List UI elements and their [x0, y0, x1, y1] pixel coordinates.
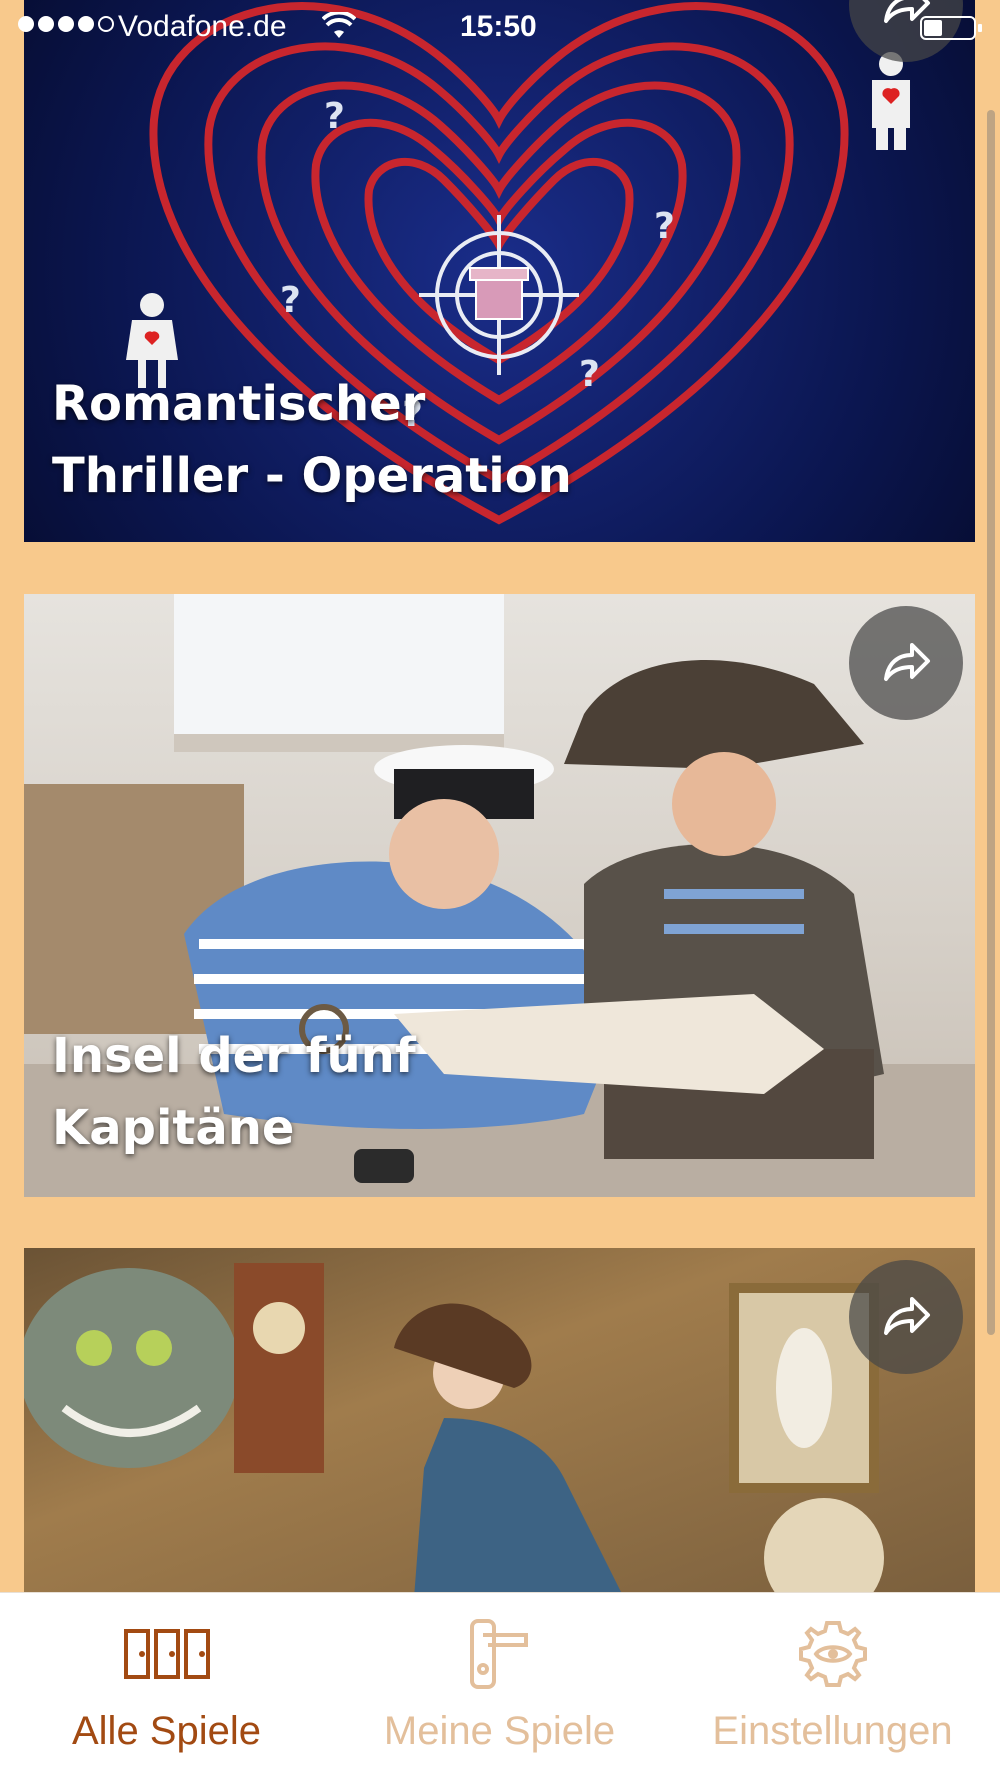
door-handle-icon	[469, 1619, 528, 1689]
scrollbar[interactable]	[987, 110, 995, 1335]
game-card-romantic-thriller[interactable]: ? ? ? ? ? Romantischer Thriller - Operat…	[24, 0, 975, 542]
game-title-line-1: Insel der fünf	[52, 1028, 416, 1084]
game-title: Romantischer Thriller - Operation	[52, 368, 572, 512]
svg-text:?: ?	[654, 206, 675, 247]
tab-einstellungen[interactable]: Einstellungen	[666, 1593, 999, 1779]
game-title-line-1: Romantischer	[52, 376, 426, 432]
tab-label: Alle Spiele	[71, 1709, 261, 1753]
tab-meine-spiele[interactable]: Meine Spiele	[333, 1593, 666, 1779]
share-arrow-icon	[884, 643, 930, 681]
game-title-line-2: Kapitäne	[52, 1100, 295, 1156]
tab-bar: Alle Spiele Meine Spiele Einstellungen	[0, 1592, 1000, 1779]
battery-icon	[920, 16, 982, 40]
game-card-wonderland[interactable]	[24, 1248, 975, 1598]
share-button[interactable]	[849, 606, 963, 720]
game-title-line-2: Thriller - Operation	[52, 448, 572, 504]
tab-label: Einstellungen	[712, 1709, 953, 1753]
svg-text:?: ?	[579, 354, 600, 395]
wifi-icon	[322, 12, 356, 38]
game-title: Insel der fünf Kapitäne	[52, 1020, 416, 1164]
share-arrow-icon	[884, 1297, 930, 1335]
signal-strength-icon	[18, 16, 114, 32]
status-bar: Vodafone.de 15:50	[0, 0, 1000, 54]
carrier-name: Vodafone.de	[118, 10, 287, 43]
gear-eye-icon	[798, 1621, 867, 1687]
doors-icon	[123, 1629, 210, 1679]
game-card-island-captains[interactable]: Insel der fünf Kapitäne	[24, 594, 975, 1197]
svg-text:?: ?	[324, 96, 345, 137]
game-artwork-wonderland-girl	[24, 1263, 884, 1598]
share-button[interactable]	[849, 1260, 963, 1374]
tab-alle-spiele[interactable]: Alle Spiele	[0, 1593, 333, 1779]
tab-label: Meine Spiele	[383, 1709, 616, 1753]
svg-text:?: ?	[280, 280, 301, 321]
status-time: 15:50	[460, 10, 537, 43]
